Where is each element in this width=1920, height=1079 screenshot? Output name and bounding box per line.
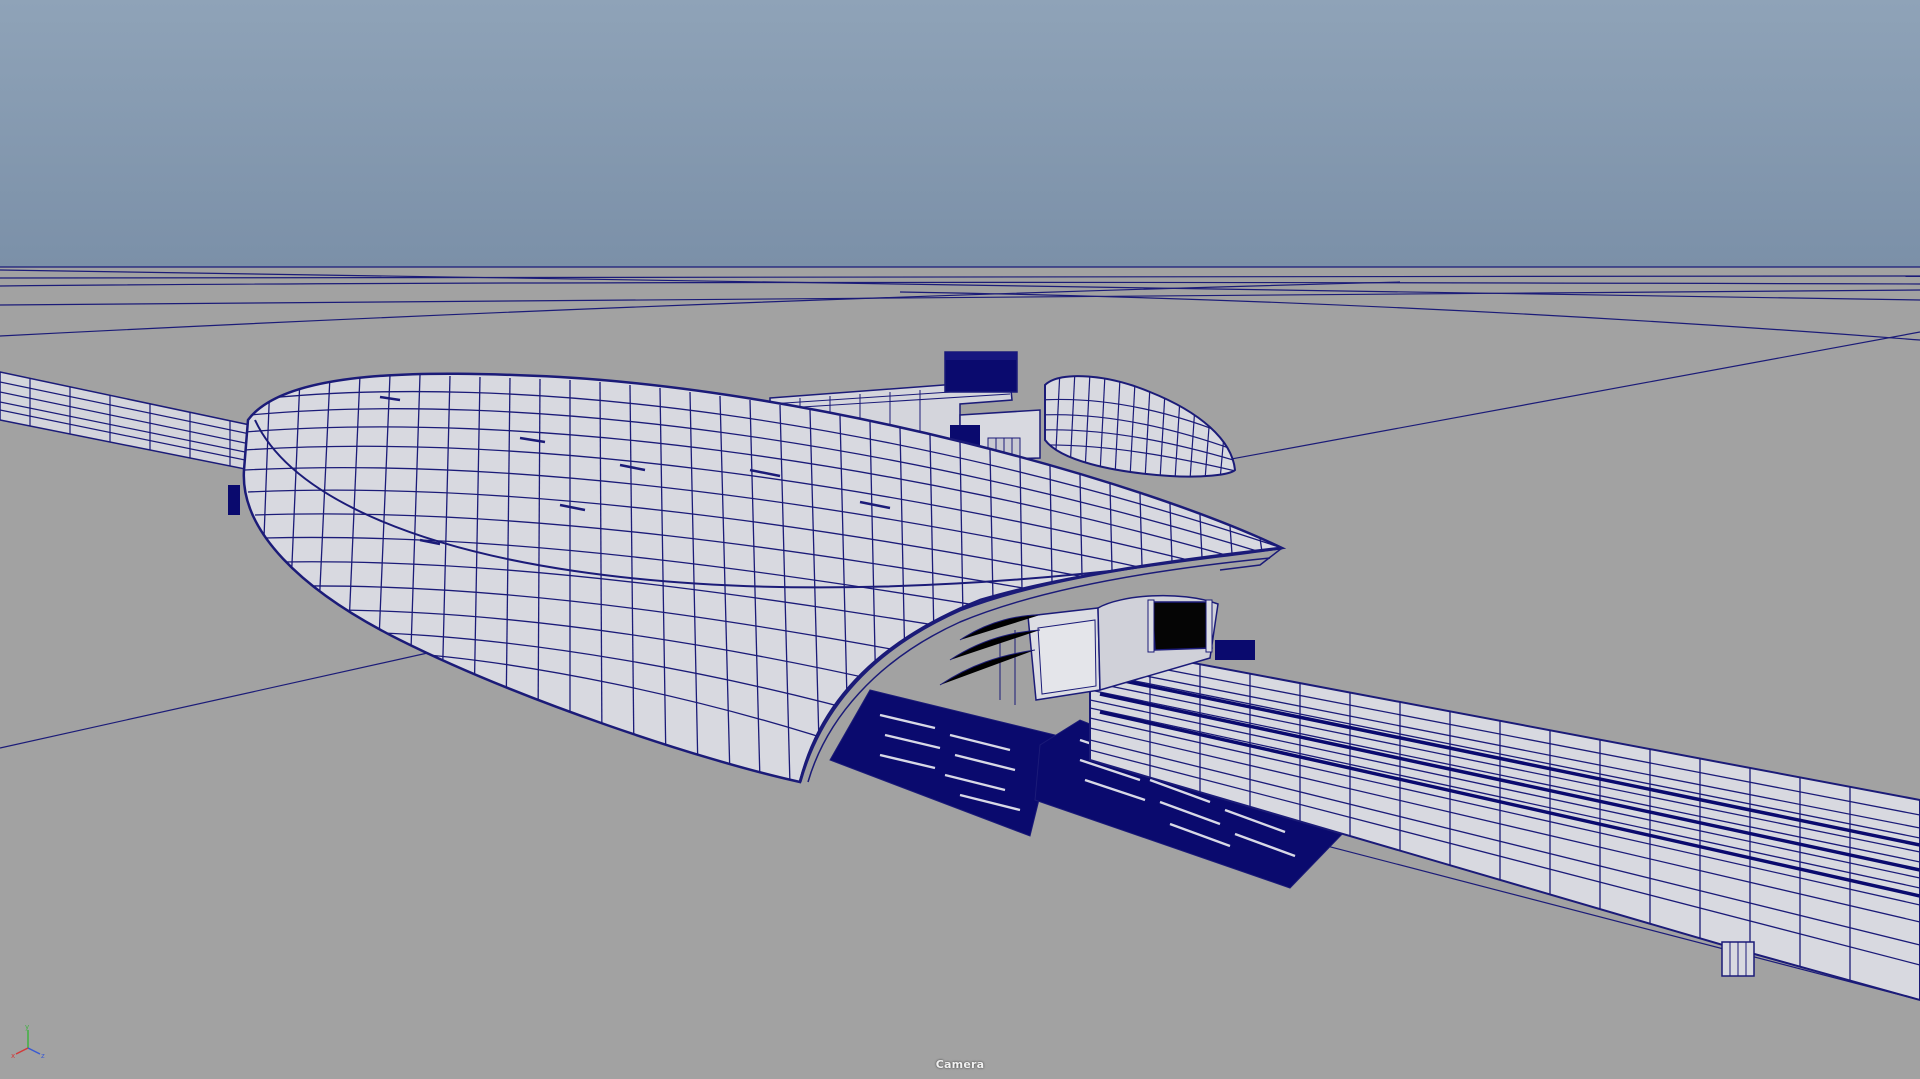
axis-label-y: y [25,1023,29,1031]
scene-canvas[interactable] [0,0,1920,1079]
camera-label: Camera [935,1058,985,1071]
axis-gizmo-icon: y x z [11,1023,45,1060]
sky [0,0,1920,268]
viewport-panel[interactable]: y x z Camera [0,0,1920,1079]
